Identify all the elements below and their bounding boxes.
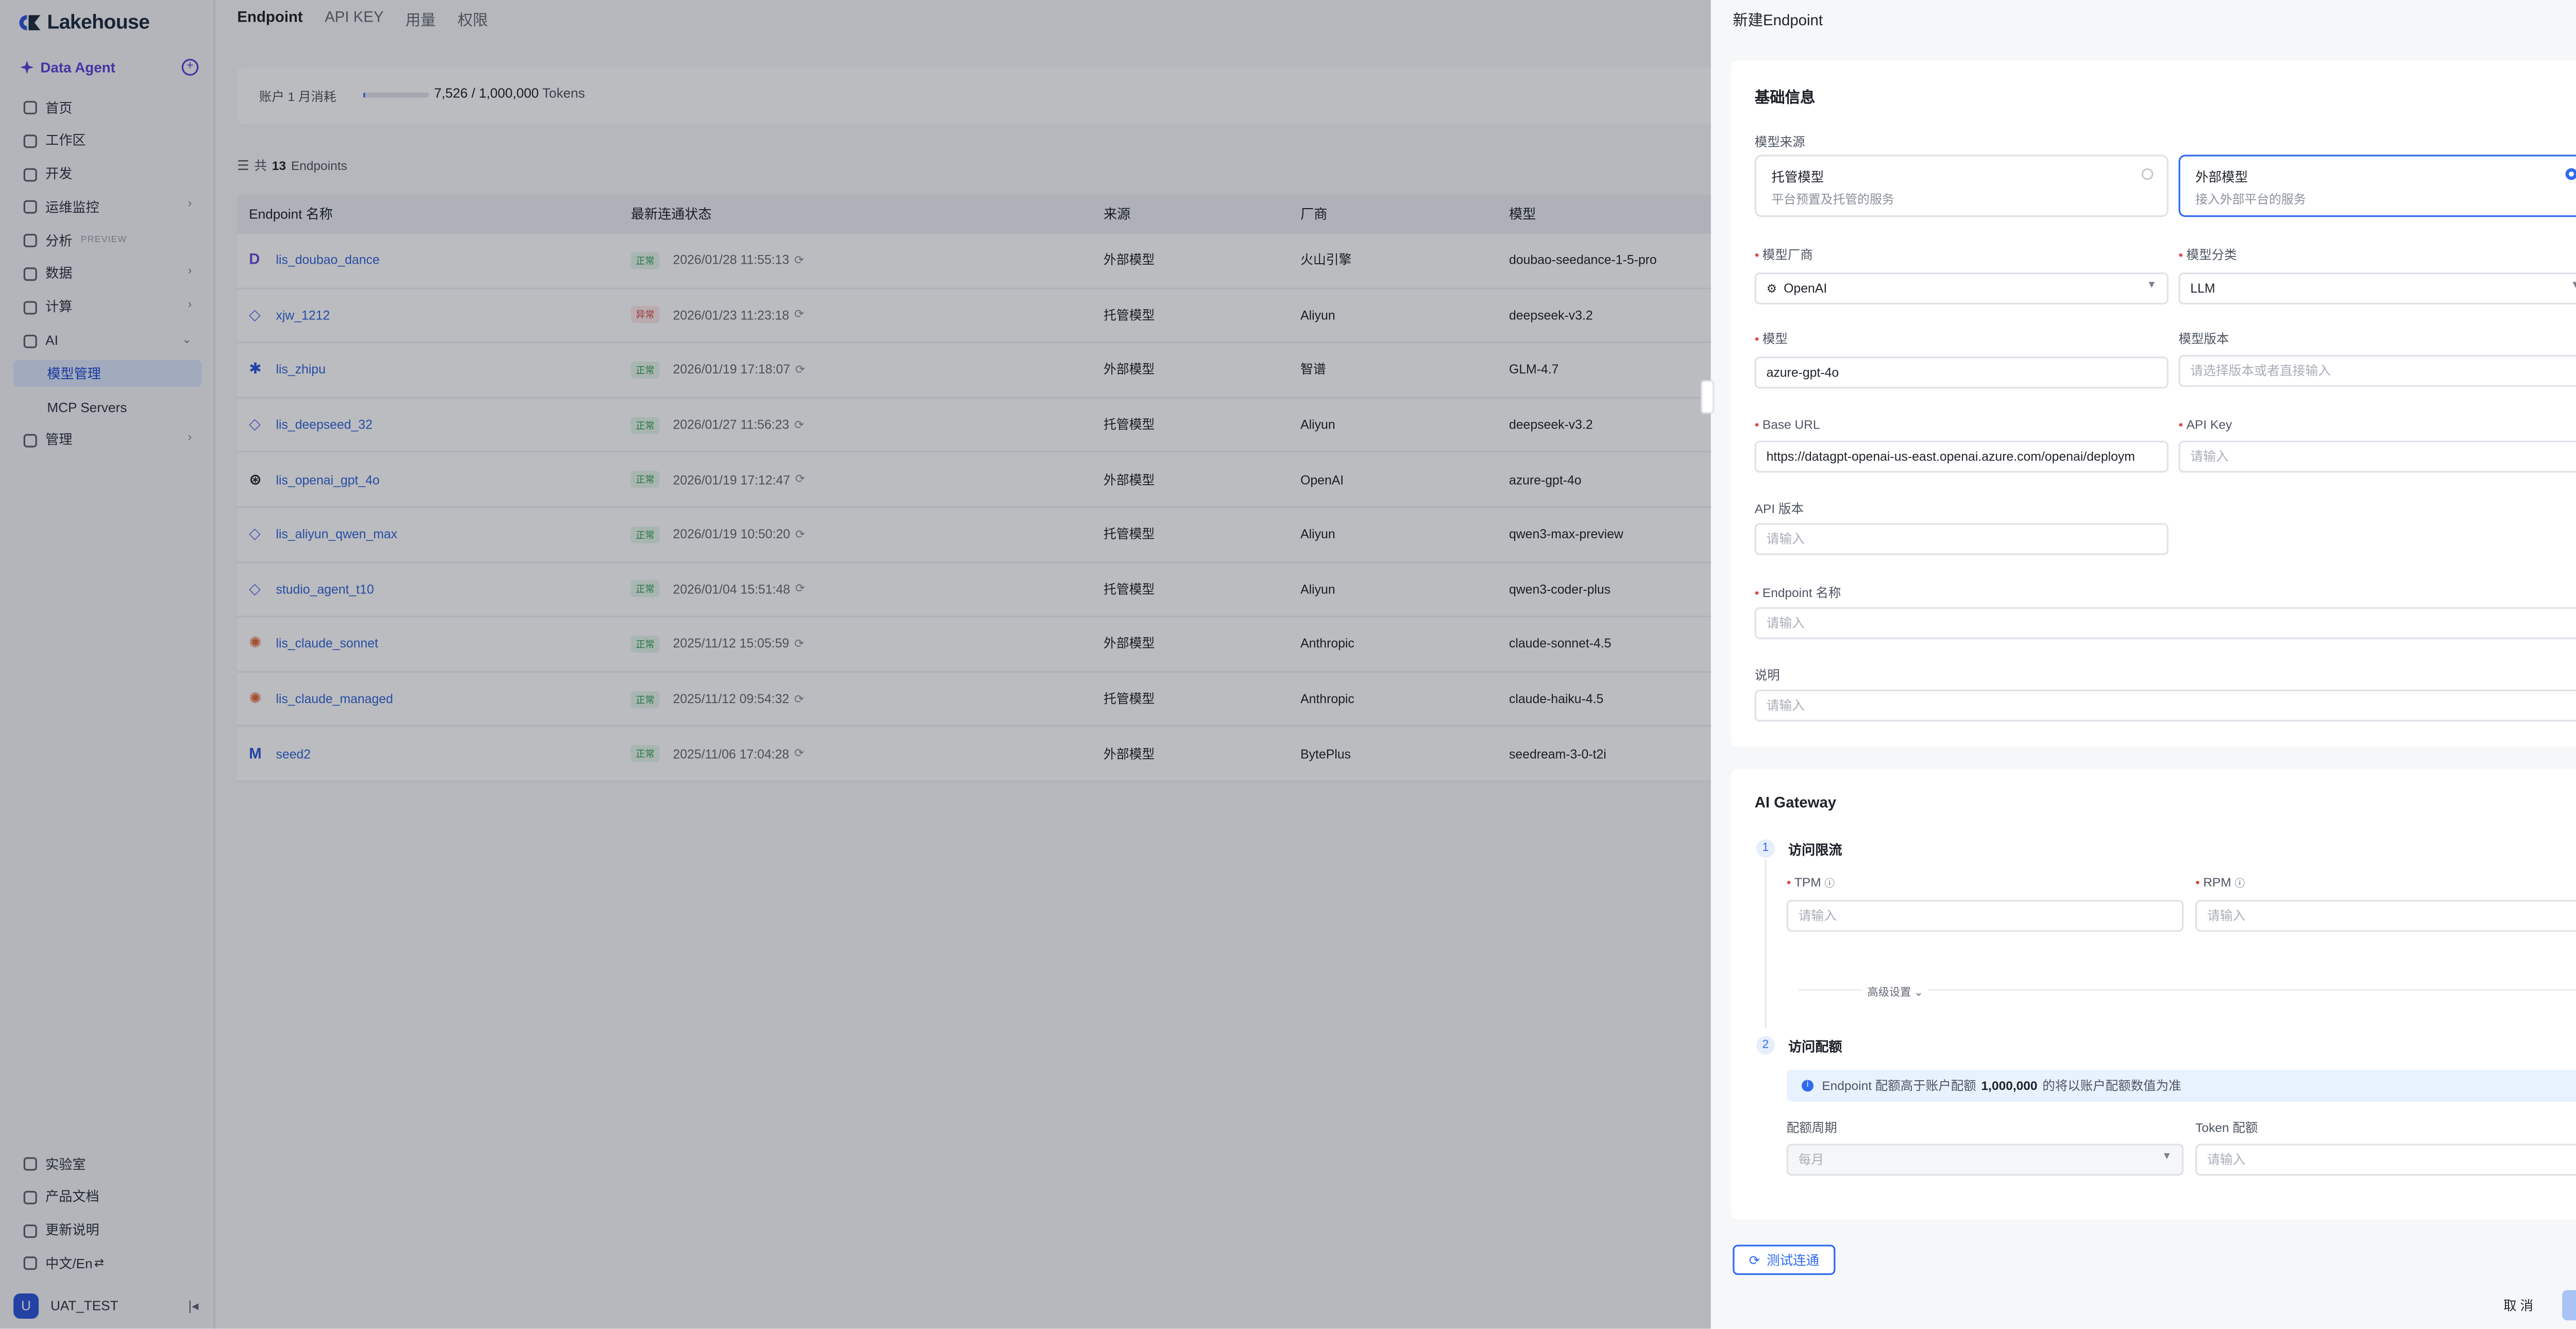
model-source-label: 模型来源 [1754,134,1805,150]
new-endpoint-drawer: 新建Endpoint ✕ 基础信息 模型来源 托管模型 平台预置及托管的服务 外… [1701,0,2576,1329]
model-version-input[interactable]: 请选择版本或者直接输入 [2178,354,2576,387]
step-connector [1765,859,1767,1028]
model-version-label: 模型版本 [2178,331,2229,347]
base-url-label: • Base URL [1754,417,1820,433]
select-value: LLM [2190,281,2215,296]
endpoint-name-label: • Endpoint 名称 [1754,585,1841,601]
endpoint-name-input[interactable]: 请输入 [1754,607,2576,639]
select-value: OpenAI [1784,281,1827,296]
chevron-down-icon: ▼ [2571,281,2576,291]
advanced-settings-toggle[interactable]: 高级设置 ⌄ [1862,982,1928,999]
section-title: 基础信息 [1754,89,1816,106]
rpm-input[interactable]: 请输入 [2195,899,2576,932]
model-label: • 模型 [1754,331,1788,347]
modal-overlay[interactable] [0,0,1711,1329]
radio-button[interactable] [2141,168,2154,180]
tpm-input[interactable]: 请输入 [1786,899,2184,932]
label-text: 模型分类 [2186,247,2237,263]
drawer-title: 新建Endpoint [1733,11,1823,29]
quota-period-label: 配额周期 [1786,1120,1837,1136]
api-key-input[interactable]: 请输入 [2178,440,2576,473]
base-url-input[interactable]: https://datagpt-openai-us-east.openai.az… [1754,440,2168,473]
model-input[interactable]: azure-gpt-4o [1754,356,2168,389]
option-managed-model[interactable]: 托管模型 平台预置及托管的服务 [1754,155,2168,217]
refresh-icon: ⟳ [1749,1252,1760,1268]
select-value: 每月 [1798,1152,1824,1168]
quota-period-select[interactable]: 每月 ▼ [1786,1144,2184,1176]
rpm-label: • RPM ⓘ [2195,874,2245,890]
step-title: 访问限流 [1788,842,1842,858]
info-text: 的将以账户配额数值为准 [2042,1078,2181,1094]
info-icon: i [1802,1080,1814,1092]
option-external-model[interactable]: 外部模型 接入外部平台的服务 [2178,155,2576,217]
option-desc: 接入外部平台的服务 [2195,192,2306,207]
chevron-down-icon: ▼ [2162,1152,2172,1163]
chevron-down-icon: ▼ [2146,281,2157,291]
section-title: AI Gateway [1754,794,1837,811]
token-quota-input[interactable]: 请输入 [2195,1144,2576,1176]
advanced-settings-label: 高级设置 [1867,987,1911,999]
info-amount: 1,000,000 [1981,1078,2038,1094]
token-quota-label: Token 配额 [2195,1120,2258,1136]
button-label: 测试连通 [1767,1252,1819,1268]
option-desc: 平台预置及托管的服务 [1771,192,1894,207]
api-version-input[interactable]: 请输入 [1754,523,2168,555]
quota-info-alert: i Endpoint 配额高于账户配额 1,000,000 的将以账户配额数值为… [1786,1069,2576,1102]
openai-icon: ⚙ [1766,283,1777,296]
label-text: RPM [2203,874,2231,890]
description-input[interactable]: 请输入 [1754,689,2576,722]
label-text: 模型厂商 [1762,247,1813,263]
vendor-label: • 模型厂商 [1754,247,1813,263]
category-select[interactable]: LLM ▼ [2178,272,2576,305]
label-text: TPM [1794,874,1821,890]
test-connection-button[interactable]: ⟳ 测试连通 [1733,1245,1836,1275]
label-text: Base URL [1762,417,1820,433]
label-text: API Key [2186,417,2232,433]
info-text: Endpoint 配额高于账户配额 [1822,1078,1976,1094]
help-icon[interactable]: ⓘ [1824,880,1835,890]
step-title: 访问配额 [1788,1039,1842,1055]
ai-gateway-card: AI Gateway 1 访问限流 • TPM ⓘ 请输入 • RPM ⓘ 请输入 … [1731,769,2576,1220]
help-icon[interactable]: ⓘ [2235,880,2245,890]
radio-button[interactable] [2565,168,2576,180]
label-text: 模型 [1762,331,1788,347]
confirm-button[interactable]: 确 定 [2562,1290,2576,1321]
drawer-resize-handle[interactable] [1701,380,1715,414]
cancel-button[interactable]: 取 消 [2485,1290,2552,1320]
option-title: 托管模型 [1771,169,1824,185]
api-version-label: API 版本 [1754,501,1804,517]
chevron-down-icon: ⌄ [1914,987,1924,999]
step-number: 1 [1756,839,1775,858]
tpm-label: • TPM ⓘ [1786,874,1835,890]
vendor-select[interactable]: ⚙ OpenAI ▼ [1754,272,2168,305]
api-key-label: • API Key [2178,417,2232,433]
option-title: 外部模型 [2195,169,2248,185]
category-label: • 模型分类 [2178,247,2237,263]
step-number: 2 [1756,1036,1775,1055]
description-label: 说明 [1754,668,1780,683]
label-text: Endpoint 名称 [1762,585,1841,601]
basic-info-card: 基础信息 模型来源 托管模型 平台预置及托管的服务 外部模型 接入外部平台的服务… [1731,60,2576,747]
